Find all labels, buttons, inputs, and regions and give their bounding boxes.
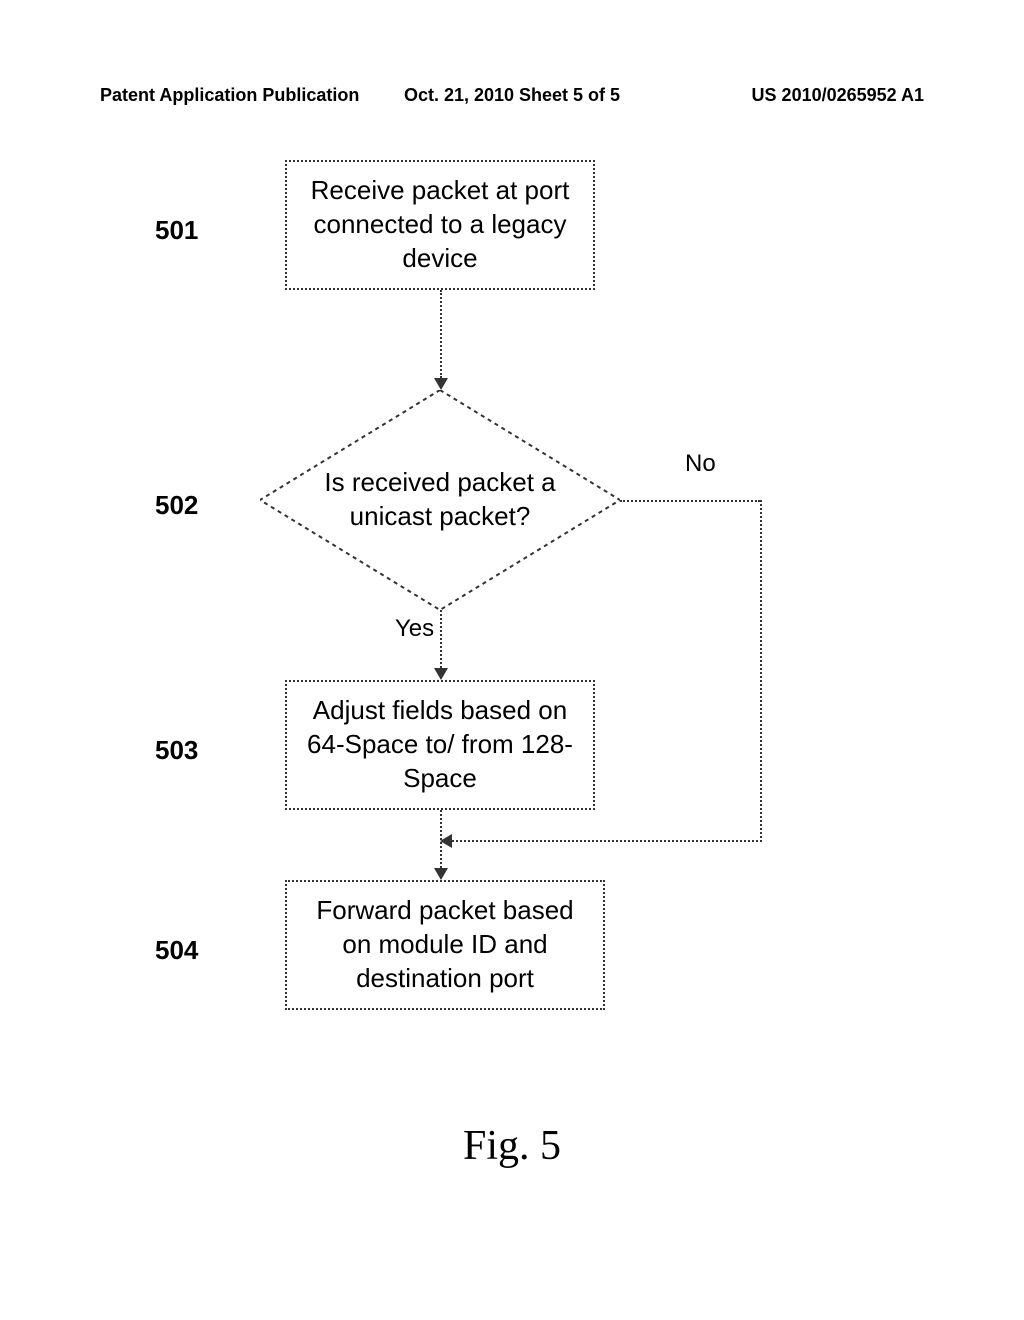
step-501-box: Receive packet at port connected to a le…: [285, 160, 595, 290]
figure-caption: Fig. 5: [0, 1122, 1024, 1170]
no-line-left: [452, 840, 762, 842]
step-504-box: Forward packet based on module ID and de…: [285, 880, 605, 1010]
step-502-label: 502: [155, 490, 198, 521]
step-503-box: Adjust fields based on 64-Space to/ from…: [285, 680, 595, 810]
page-header: Patent Application Publication Oct. 21, …: [0, 85, 1024, 106]
arrow-head-503-504: [434, 868, 448, 880]
header-pub-number: US 2010/0265952 A1: [649, 85, 924, 106]
step-503-text: Adjust fields based on 64-Space to/ from…: [302, 694, 578, 795]
step-501-text: Receive packet at port connected to a le…: [302, 174, 578, 275]
no-line-right: [620, 500, 760, 502]
arrow-head-501-502: [434, 378, 448, 390]
arrow-502-503: [440, 610, 442, 668]
step-502-diamond: Is received packet a unicast packet?: [260, 390, 620, 610]
header-publication: Patent Application Publication: [100, 85, 375, 106]
step-504-text: Forward packet based on module ID and de…: [302, 894, 588, 995]
no-line-down: [760, 500, 762, 842]
no-label: No: [685, 450, 716, 478]
step-504-label: 504: [155, 935, 198, 966]
step-501-label: 501: [155, 215, 198, 246]
arrow-501-502: [440, 290, 442, 378]
arrow-head-502-503: [434, 668, 448, 680]
header-date-sheet: Oct. 21, 2010 Sheet 5 of 5: [375, 85, 650, 106]
flowchart: 501 Receive packet at port connected to …: [0, 160, 1024, 1160]
yes-label: Yes: [395, 615, 434, 643]
step-502-text: Is received packet a unicast packet?: [315, 466, 565, 534]
step-503-label: 503: [155, 735, 198, 766]
no-arrow-head: [440, 834, 452, 848]
